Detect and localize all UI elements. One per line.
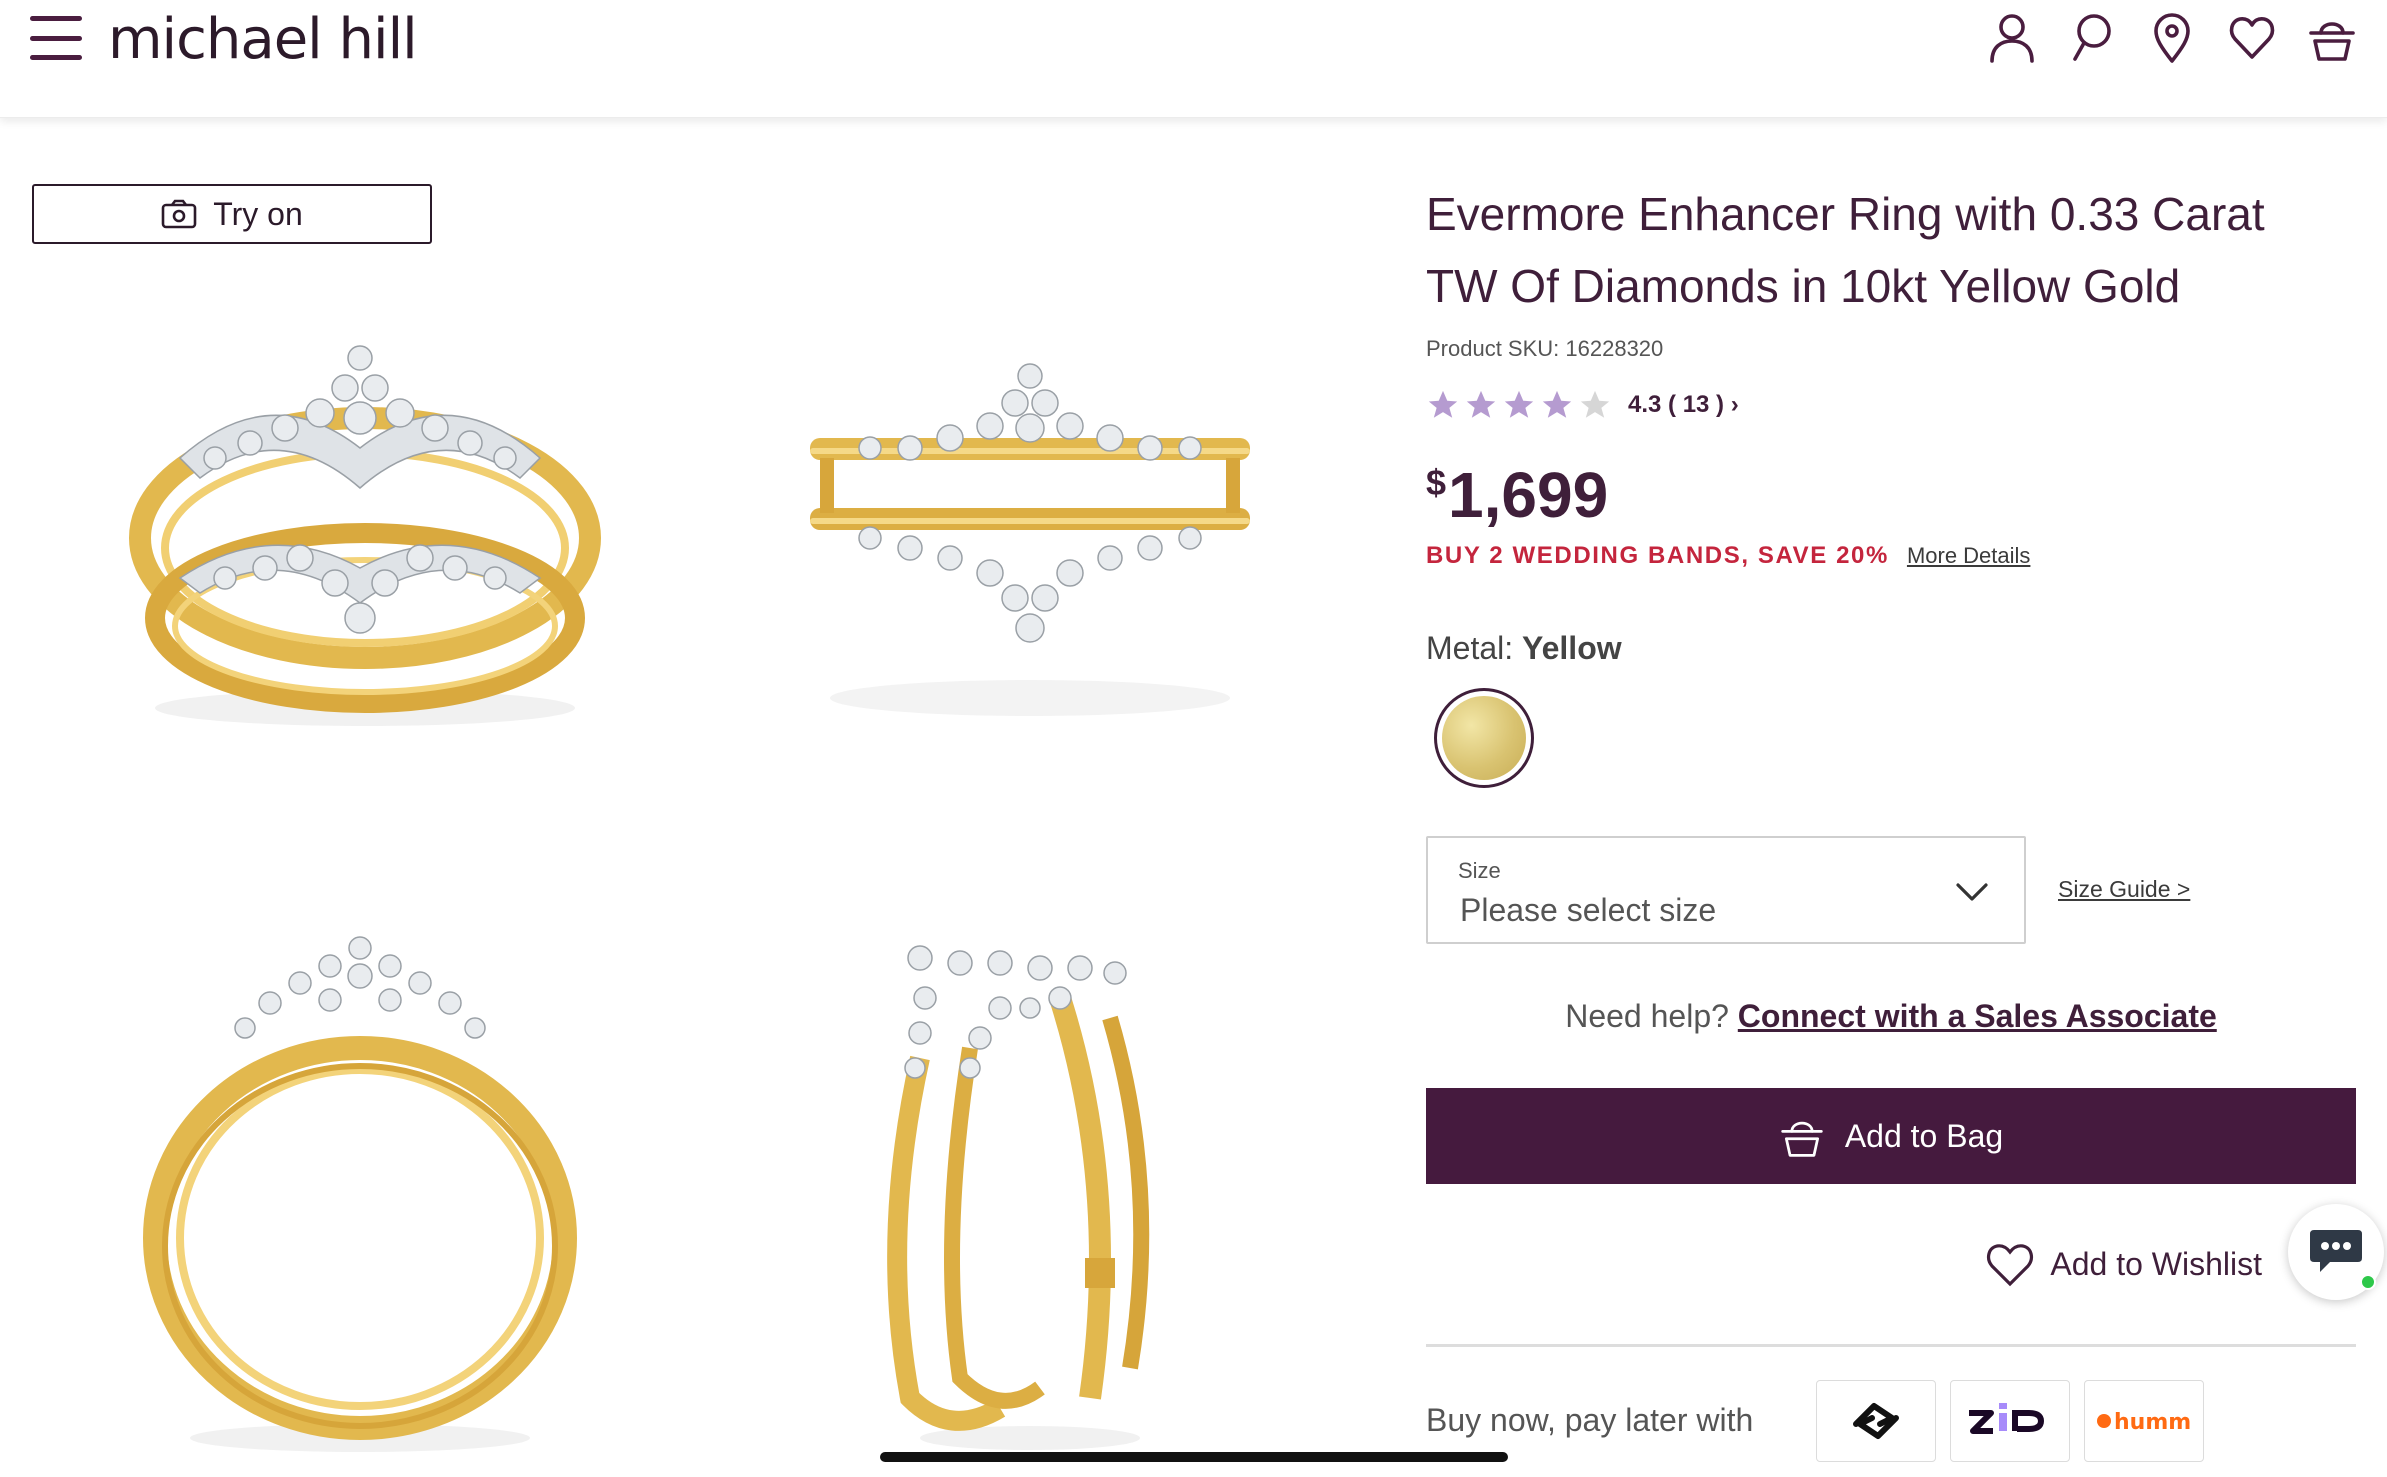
- add-to-wishlist-button[interactable]: Add to Wishlist: [1984, 1240, 2262, 1288]
- svg-text:humm: humm: [2114, 1410, 2191, 1435]
- promo-text: BUY 2 WEDDING BANDS, SAVE 20%: [1426, 542, 1889, 569]
- home-indicator: [880, 1452, 1508, 1462]
- zip-logo[interactable]: [1950, 1380, 2070, 1462]
- size-label: Size: [1458, 858, 1501, 883]
- basket-icon: [1781, 1121, 1823, 1157]
- size-select[interactable]: Size Please select size: [1426, 836, 2026, 944]
- star-icon: [1504, 390, 1534, 418]
- menu-icon[interactable]: [30, 16, 82, 60]
- star-icon: [1428, 390, 1458, 418]
- product-rating[interactable]: 4.3 ( 13 ) ›: [1426, 388, 1739, 422]
- afterpay-logo[interactable]: [1816, 1380, 1936, 1462]
- chat-button[interactable]: [2288, 1204, 2384, 1300]
- user-icon[interactable]: [1987, 10, 2037, 66]
- metal-label: Metal: Yellow: [1426, 630, 1622, 667]
- price-currency: $: [1426, 462, 1447, 503]
- try-on-button[interactable]: Try on: [32, 184, 432, 244]
- promo-banner: BUY 2 WEDDING BANDS, SAVE 20% More Detai…: [1426, 542, 2030, 570]
- humm-logo[interactable]: humm: [2084, 1380, 2204, 1462]
- size-guide-link[interactable]: Size Guide >: [2058, 876, 2190, 903]
- swatch-color: [1442, 696, 1526, 780]
- star-icon: [1466, 390, 1496, 418]
- add-to-bag-button[interactable]: Add to Bag: [1426, 1088, 2356, 1184]
- metal-label-text: Metal:: [1426, 630, 1514, 666]
- search-icon[interactable]: [2067, 10, 2117, 66]
- rating-count: 4.3 ( 13 ) ›: [1628, 391, 1739, 418]
- try-on-label: Try on: [213, 195, 303, 232]
- size-value: Please select size: [1460, 892, 1717, 928]
- metal-value: Yellow: [1522, 630, 1622, 666]
- chevron-down-icon: [1956, 883, 1988, 901]
- rating-stars: [1426, 388, 1612, 422]
- help-text: Need help?: [1565, 998, 1729, 1034]
- heart-icon[interactable]: [2227, 10, 2277, 66]
- online-status-dot: [2360, 1274, 2376, 1290]
- divider: [1426, 1344, 2356, 1347]
- bnpl-text: Buy now, pay later with: [1426, 1402, 1754, 1438]
- metal-swatch-yellow[interactable]: [1434, 688, 1534, 788]
- price-amount: 1,699: [1448, 459, 1609, 531]
- product-sku: Product SKU: 16228320: [1426, 336, 1664, 361]
- add-to-wishlist-label: Add to Wishlist: [2050, 1245, 2262, 1282]
- ring-profile-view[interactable]: [130, 928, 590, 1458]
- brand-logo[interactable]: michael hill: [108, 6, 418, 74]
- bnpl-providers: humm: [1816, 1380, 2204, 1462]
- star-icon: [1542, 390, 1572, 418]
- sales-associate-link[interactable]: Connect with a Sales Associate: [1738, 998, 2217, 1034]
- product-price: $1,699: [1426, 458, 1608, 532]
- ring-side-view[interactable]: [790, 338, 1270, 738]
- promo-more-details-link[interactable]: More Details: [1907, 543, 2030, 569]
- site-header: michael hill: [0, 0, 2387, 118]
- product-gallery: Try on: [0, 118, 1390, 1477]
- star-empty-icon: [1580, 390, 1610, 418]
- heart-icon: [1987, 1244, 2034, 1287]
- ring-angle-view[interactable]: [860, 938, 1200, 1458]
- header-actions: [1987, 10, 2357, 66]
- help-line: Need help? Connect with a Sales Associat…: [1426, 998, 2356, 1035]
- product-title: Evermore Enhancer Ring with 0.33 Carat T…: [1426, 188, 2265, 312]
- basket-icon[interactable]: [2307, 10, 2357, 66]
- camera-icon: [161, 199, 197, 229]
- add-to-bag-label: Add to Bag: [1844, 1117, 2004, 1154]
- chat-icon: [2310, 1230, 2362, 1272]
- location-icon[interactable]: [2147, 10, 2197, 66]
- ring-front-view[interactable]: [120, 318, 610, 738]
